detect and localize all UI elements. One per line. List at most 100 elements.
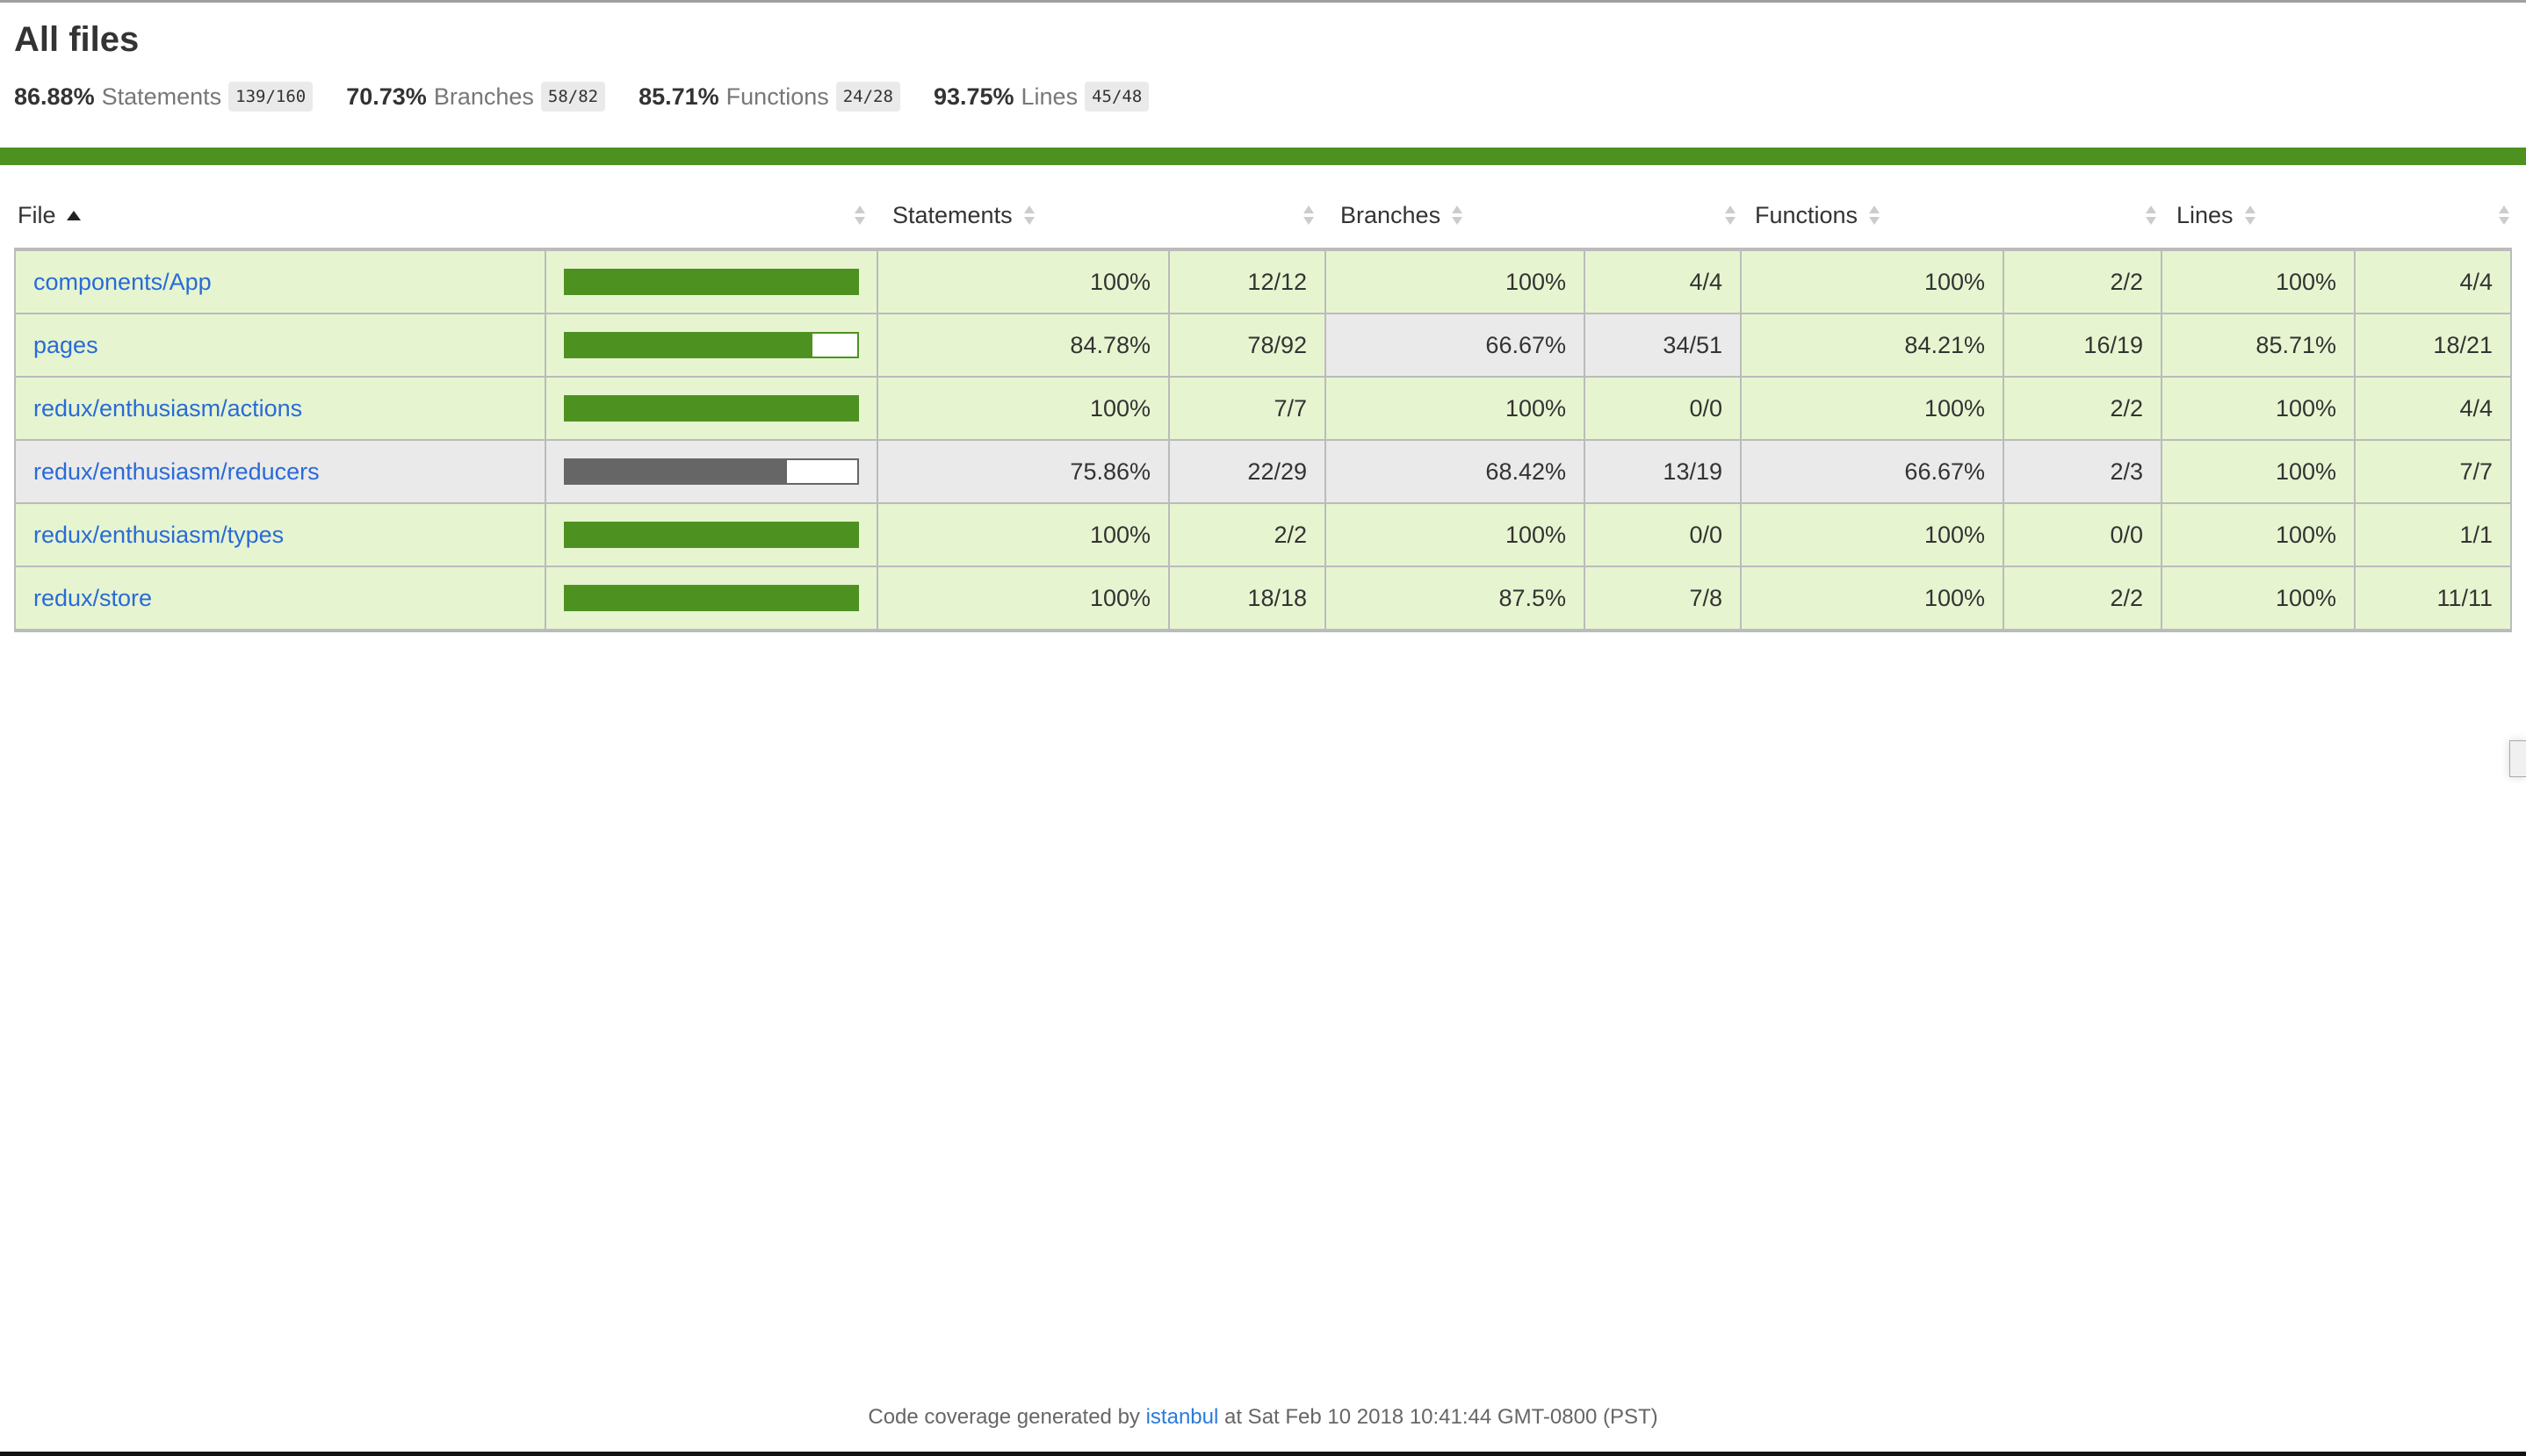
functions-percent-cell: 84.21% [1740,313,2004,378]
coverage-bar [564,332,859,358]
side-panel-tab[interactable] [2509,740,2526,777]
coverage-bar-fill [566,397,857,420]
column-header-label: Functions [1755,201,1858,228]
functions-fraction-cell: 2/2 [2003,566,2162,631]
column-header-label: Statements [892,201,1013,228]
lines-percent-cell: 85.71% [2161,313,2356,378]
lines-percent-cell: 100% [2161,566,2356,631]
footer-timestamp: at Sat Feb 10 2018 10:41:44 GMT-0800 (PS… [1224,1405,1658,1429]
statements-percent-cell: 100% [877,376,1170,441]
column-header-functions[interactable]: Functions [1755,198,1880,233]
column-header-label: File [18,201,56,228]
sort-icon [1023,205,1036,226]
summary-fraction-badge: 24/28 [835,82,900,112]
lines-percent-cell: 100% [2161,439,2356,504]
statements-percent-cell: 75.86% [877,439,1170,504]
summary-fraction-badge: 58/82 [540,82,606,112]
lines-percent-cell: 100% [2161,249,2356,314]
coverage-bar-fill [566,334,813,357]
functions-fraction-cell: 2/3 [2003,439,2162,504]
coverage-bar-cell [545,313,878,378]
column-header-file[interactable]: File [18,198,81,233]
summary-fraction-badge: 139/160 [228,82,314,112]
column-header-label: Lines [2176,201,2234,228]
branches-fraction-cell: 13/19 [1584,439,1742,504]
statements-fraction-cell: 78/92 [1168,313,1326,378]
coverage-bar-fill [566,523,857,546]
file-cell: redux/enthusiasm/types [14,502,546,567]
branches-fraction-cell: 4/4 [1584,249,1742,314]
table-row: redux/enthusiasm/actions 100% 7/7 100% 0/0 10… [14,376,2512,441]
lines-percent-cell: 100% [2161,376,2356,441]
coverage-table: components/App 100% 12/12 100% 4/4 100% 2/2 100… [14,248,2512,632]
summary-label: Lines [1021,83,1079,110]
file-link[interactable]: components/App [33,269,212,295]
file-cell: components/App [14,249,546,314]
table-row: pages 84.78% 78/92 66.67% 34/51 84.21% 16/19 85… [14,313,2512,378]
sort-icon[interactable] [1303,205,1315,226]
summary-percent: 70.73% [346,83,427,110]
branches-percent-cell: 66.67% [1324,313,1585,378]
statements-percent-cell: 84.78% [877,313,1170,378]
coverage-bar [564,522,859,548]
statements-percent-cell: 100% [877,502,1170,567]
coverage-bar-cell [545,439,878,504]
table-row: redux/enthusiasm/reducers 75.86% 22/29 68.4… [14,439,2512,504]
functions-percent-cell: 100% [1740,502,2004,567]
file-link[interactable]: redux/store [33,585,152,611]
functions-percent-cell: 100% [1740,566,2004,631]
coverage-summary: 86.88% Statements 139/160 70.73% Branches 58/… [14,82,1182,112]
istanbul-link[interactable]: istanbul [1146,1405,1219,1429]
sort-icon[interactable] [854,205,866,226]
file-cell: redux/enthusiasm/actions [14,376,546,441]
sort-icon[interactable] [2498,205,2510,226]
sort-icon[interactable] [2145,205,2157,226]
file-cell: redux/store [14,566,546,631]
statements-percent-cell: 100% [877,249,1170,314]
branches-percent-cell: 87.5% [1324,566,1585,631]
coverage-bar-fill [566,460,787,483]
functions-percent-cell: 100% [1740,376,2004,441]
functions-fraction-cell: 16/19 [2003,313,2162,378]
file-link[interactable]: redux/enthusiasm/types [33,522,284,548]
statements-fraction-cell: 2/2 [1168,502,1326,567]
summary-branches: 70.73% Branches 58/82 [346,82,606,112]
file-cell: pages [14,313,546,378]
coverage-status-bar [0,148,2526,165]
statements-fraction-cell: 12/12 [1168,249,1326,314]
branches-percent-cell: 100% [1324,502,1585,567]
branches-percent-cell: 100% [1324,249,1585,314]
functions-fraction-cell: 2/2 [2003,376,2162,441]
coverage-bar [564,458,859,485]
file-link[interactable]: pages [33,332,98,358]
summary-percent: 86.88% [14,83,95,110]
footer-prefix: Code coverage generated by [868,1405,1140,1429]
lines-fraction-cell: 4/4 [2354,376,2512,441]
file-link[interactable]: redux/enthusiasm/actions [33,395,302,422]
statements-percent-cell: 100% [877,566,1170,631]
statements-fraction-cell: 18/18 [1168,566,1326,631]
coverage-bar [564,269,859,295]
coverage-bar [564,395,859,422]
column-header-statements[interactable]: Statements [892,198,1036,233]
sort-ascending-icon [66,210,81,220]
coverage-bar-fill [566,270,857,293]
file-link[interactable]: redux/enthusiasm/reducers [33,458,320,485]
branches-percent-cell: 68.42% [1324,439,1585,504]
summary-label: Functions [725,83,829,110]
column-header-branches[interactable]: Branches [1340,198,1463,233]
functions-percent-cell: 66.67% [1740,439,2004,504]
table-row: components/App 100% 12/12 100% 4/4 100% 2/2 100… [14,249,2512,314]
functions-fraction-cell: 0/0 [2003,502,2162,567]
table-header: File Statements Branches Functions Lines [14,198,2510,233]
branches-fraction-cell: 0/0 [1584,376,1742,441]
sort-icon [1451,205,1463,226]
summary-label: Statements [101,83,222,110]
sort-icon[interactable] [1724,205,1736,226]
summary-fraction-badge: 45/48 [1085,82,1150,112]
lines-fraction-cell: 11/11 [2354,566,2512,631]
functions-fraction-cell: 2/2 [2003,249,2162,314]
window-bottom-edge [0,1452,2526,1456]
sort-icon [2244,205,2256,226]
column-header-lines[interactable]: Lines [2176,198,2256,233]
